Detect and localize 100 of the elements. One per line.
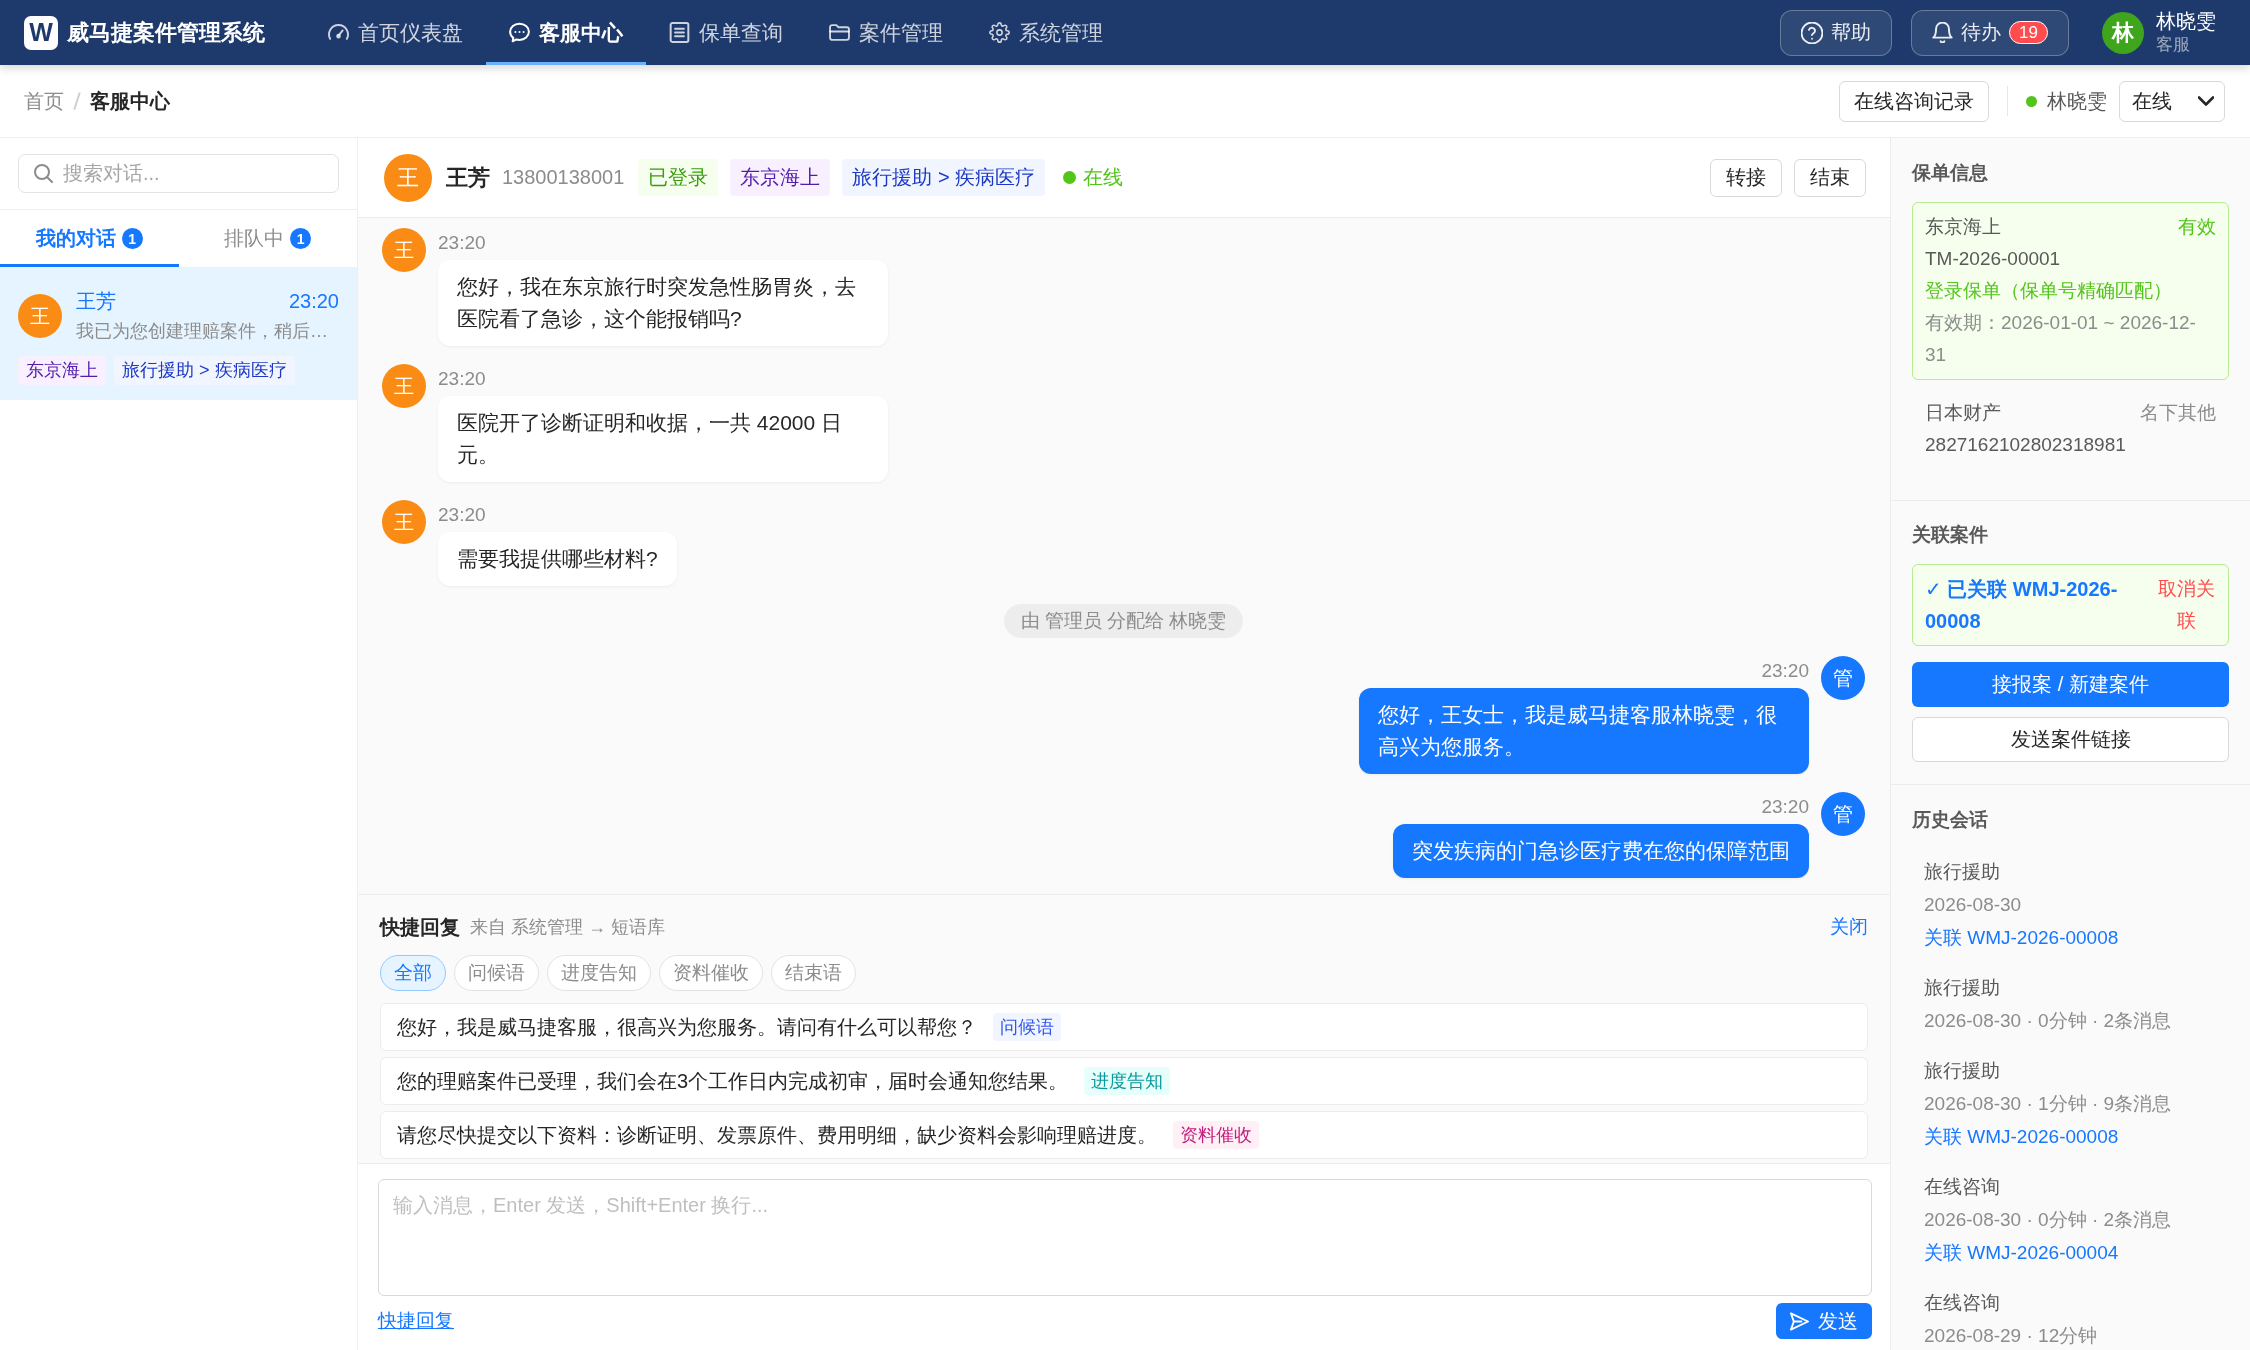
count-badge: 1 <box>290 228 312 249</box>
message-bubble: 突发疾病的门急诊医疗费在您的保障范围 <box>1393 824 1809 878</box>
search-icon <box>34 164 53 183</box>
message-time: 23:20 <box>438 231 486 255</box>
customer-avatar: 王 <box>382 500 426 544</box>
message-time: 23:20 <box>1761 795 1809 819</box>
message-bubble: 医院开了诊断证明和收据，一共 42000 日元。 <box>438 396 888 482</box>
policy-match-note: 登录保单（保单号精确匹配） <box>1925 279 2173 303</box>
contact-tag: 已登录 <box>638 159 719 196</box>
policy-status: 有效 <box>2178 215 2216 239</box>
insurer-name: 日本财产 <box>1925 401 2001 425</box>
breadcrumb-current: 客服中心 <box>89 88 170 114</box>
filter-chip[interactable]: 全部 <box>380 955 446 991</box>
count-badge: 1 <box>121 228 143 249</box>
contact-phone: 13800138001 <box>502 166 625 189</box>
insurer-name: 东京海上 <box>1925 215 2001 239</box>
message-time: 23:20 <box>1761 659 1809 683</box>
send-button[interactable]: 发送 <box>1776 1303 1872 1339</box>
send-icon <box>1790 1311 1809 1331</box>
help-button[interactable]: 帮助 <box>1780 9 1893 56</box>
linked-case-text: ✓ 已关联 WMJ-2026-00008 <box>1925 577 2119 634</box>
breadcrumb-separator <box>73 92 81 110</box>
case-link[interactable]: 关联 WMJ-2026-00008 <box>1924 1120 2217 1153</box>
chat-bubble-icon <box>509 22 530 43</box>
agent-avatar: 管 <box>1821 792 1865 836</box>
nav-tab[interactable]: 首页仪表盘 <box>305 0 486 65</box>
section-title: 保单信息 <box>1912 161 1989 185</box>
customer-avatar: 王 <box>382 364 426 408</box>
session-type: 在线咨询 <box>1924 1175 2001 1199</box>
folder-icon <box>829 22 850 43</box>
session-type: 旅行援助 <box>1924 1059 2001 1083</box>
message-bubble: 需要我提供哪些材料? <box>438 532 677 586</box>
nav-tab[interactable]: 保单查询 <box>646 0 806 65</box>
policy-number: 2827162102802318981 <box>1925 433 2127 457</box>
message-bubble: 您好，我在东京旅行时突发急性肠胃炎，去医院看了急诊，这个能报销吗? <box>438 260 888 346</box>
quick-reply-item[interactable]: 您好，我是威马捷客服，很高兴为您服务。请问有什么可以帮您？ 问候语 <box>380 1003 1868 1051</box>
quick-reply-item[interactable]: 请您尽快提交以下资料：诊断证明、发票原件、费用明细，缺少资料会影响理赔进度。 资料催收 <box>380 1111 1868 1159</box>
filter-chip[interactable]: 资料催收 <box>659 955 763 991</box>
contact-tag: 东京海上 <box>730 159 831 196</box>
conversation-tab[interactable]: 我的对话 1 <box>0 210 179 267</box>
contact-name: 王芳 <box>76 289 116 314</box>
system-notice: 由 管理员 分配给 林晓雯 <box>1003 604 1244 638</box>
conversation-tag: 东京海上 <box>18 356 106 385</box>
reply-category-tag: 进度告知 <box>1084 1067 1171 1095</box>
help-icon <box>1801 21 1824 44</box>
case-link[interactable]: 关联 WMJ-2026-00008 <box>1924 921 2217 954</box>
chat-action-button[interactable]: 结束 <box>1794 158 1866 197</box>
quick-reply-item[interactable]: 您的理赔案件已受理，我们会在3个工作日内完成初审，届时会通知您结果。 进度告知 <box>380 1057 1868 1105</box>
agent-avatar: 管 <box>1821 656 1865 700</box>
message-time: 23:20 <box>288 289 339 314</box>
quick-reply-link[interactable]: 快捷回复 <box>378 1308 454 1334</box>
document-list-icon <box>669 22 690 43</box>
customer-avatar: 王 <box>382 228 426 272</box>
panel-source: 来自 系统管理 → 短语库 <box>470 916 665 939</box>
case-action-button[interactable]: 接报案 / 新建案件 <box>1912 662 2229 707</box>
message-time: 23:20 <box>438 503 486 527</box>
gear-icon <box>989 22 1010 43</box>
user-avatar: 林 <box>2102 11 2144 54</box>
case-link[interactable]: 关联 WMJ-2026-00004 <box>1924 1236 2217 1269</box>
user-role: 客服 <box>2156 33 2191 56</box>
session-type: 在线咨询 <box>1924 1291 2001 1315</box>
case-action-button[interactable]: 发送案件链接 <box>1912 717 2229 762</box>
message-input[interactable]: 输入消息，Enter 发送，Shift+Enter 换行... <box>378 1179 1872 1296</box>
session-type: 旅行援助 <box>1924 976 2001 1000</box>
section-title: 历史会话 <box>1912 808 1989 832</box>
user-name: 林晓雯 <box>2156 9 2216 33</box>
chat-action-button[interactable]: 转接 <box>1710 158 1782 197</box>
nav-tab[interactable]: 案件管理 <box>806 0 966 65</box>
policy-number: TM-2026-00001 <box>1925 247 2062 271</box>
contact-tag: 旅行援助 > 疾病医疗 <box>842 159 1046 196</box>
contact-name: 王芳 <box>446 163 490 192</box>
nav-tab[interactable]: 系统管理 <box>966 0 1126 65</box>
status-select[interactable]: 在线 <box>2119 80 2225 122</box>
app-title: 威马捷案件管理系统 <box>67 18 265 47</box>
chevron-down-icon <box>2198 93 2214 109</box>
session-type: 旅行援助 <box>1924 860 2001 884</box>
conversation-tag: 旅行援助 > 疾病医疗 <box>114 356 295 385</box>
panel-title: 快捷回复 <box>380 915 460 940</box>
app-logo: W <box>24 15 58 50</box>
consult-history-button[interactable]: 在线咨询记录 <box>1839 80 1989 122</box>
gauge-icon <box>328 22 349 43</box>
policy-status: 名下其他 <box>2140 401 2216 425</box>
todo-button[interactable]: 待办 19 <box>1911 9 2069 56</box>
count-badge: 19 <box>2009 21 2048 44</box>
session-meta: 2026-08-30 · 1分钟 · 9条消息 <box>1924 1092 2173 1116</box>
message-preview: 我已为您创建理赔案件，稍后… <box>76 320 329 343</box>
session-meta: 2026-08-30 · 0分钟 · 2条消息 <box>1924 1009 2173 1033</box>
session-meta: 2026-08-30 <box>1924 893 2023 917</box>
close-link[interactable]: 关闭 <box>1830 913 1868 941</box>
bell-icon <box>1932 22 1954 43</box>
status-text: 在线 <box>1083 165 1124 190</box>
reply-category-tag: 资料催收 <box>1173 1121 1259 1149</box>
message-time: 23:20 <box>438 367 486 391</box>
contact-avatar: 王 <box>18 294 62 338</box>
filter-chip[interactable]: 结束语 <box>771 955 856 991</box>
conversation-item[interactable]: 王 王芳 23:20 我已为您创建理赔案件，稍后… 东京海上 旅行援助 > 疾病医疗 <box>0 268 357 400</box>
conversation-tab[interactable]: 排队中 1 <box>178 210 357 267</box>
nav-tab[interactable]: 客服中心 <box>486 0 646 65</box>
search-field[interactable]: 搜索对话... <box>18 154 339 193</box>
contact-avatar: 王 <box>384 153 432 202</box>
